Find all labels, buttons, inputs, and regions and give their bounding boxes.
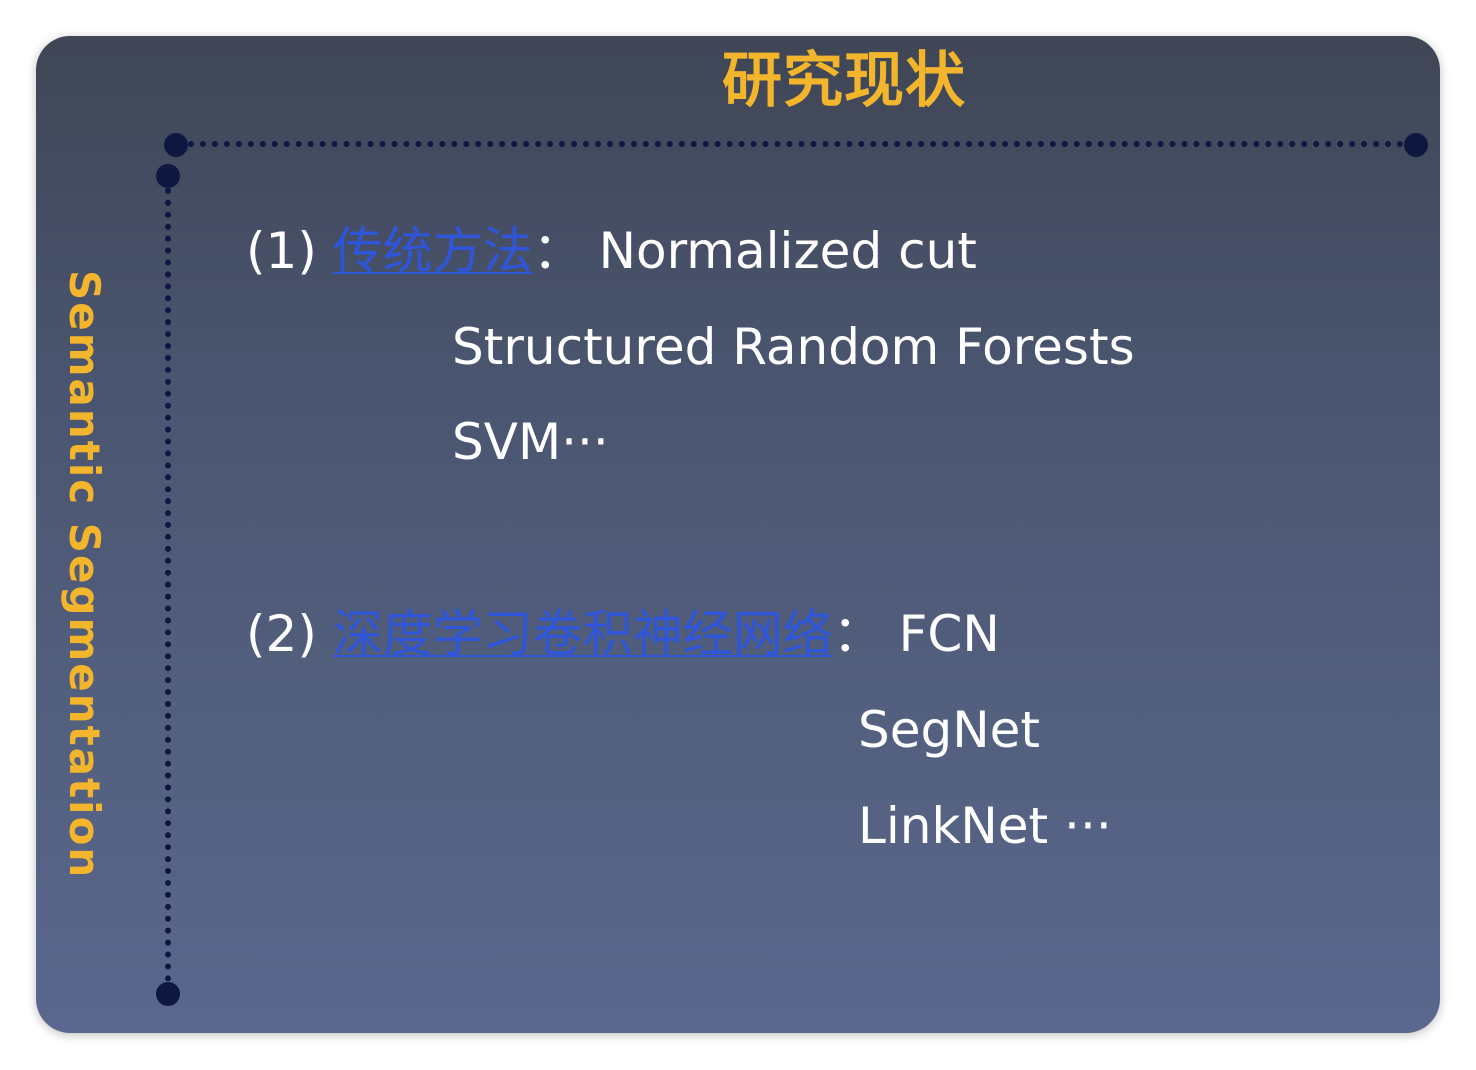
section-1-item: Normalized cut	[598, 222, 977, 280]
section-2-number: (2)	[246, 605, 317, 663]
section-2-colon: ：	[832, 605, 883, 663]
section-1-colon: ：	[532, 222, 583, 280]
section-1-item: Structured Random Forests	[452, 318, 1135, 376]
divider-endpoint-dot	[164, 133, 188, 157]
slide-title: 研究现状	[722, 46, 966, 116]
slide: 研究现状 Semantic Segmentation (1) 传统方法： Nor…	[36, 36, 1440, 1033]
dotted-divider-horizontal	[176, 141, 1416, 147]
section-2-link[interactable]: 深度学习卷积神经网络	[333, 605, 833, 663]
section-2-item: FCN	[898, 605, 1000, 663]
section-1-number: (1)	[246, 222, 317, 280]
side-label: Semantic Segmentation	[60, 270, 109, 880]
section-2-item: LinkNet ···	[858, 797, 1112, 855]
section-2-item: SegNet	[858, 701, 1041, 759]
section-1-link[interactable]: 传统方法	[333, 222, 533, 280]
divider-endpoint-dot	[156, 164, 180, 188]
section-2-heading: (2) 深度学习卷积神经网络： FCN	[246, 604, 1000, 664]
dotted-divider-vertical	[165, 176, 171, 994]
divider-endpoint-dot	[156, 982, 180, 1006]
divider-endpoint-dot	[1404, 133, 1428, 157]
section-1-item: SVM···	[452, 413, 609, 471]
section-1-heading: (1) 传统方法： Normalized cut	[246, 221, 977, 281]
